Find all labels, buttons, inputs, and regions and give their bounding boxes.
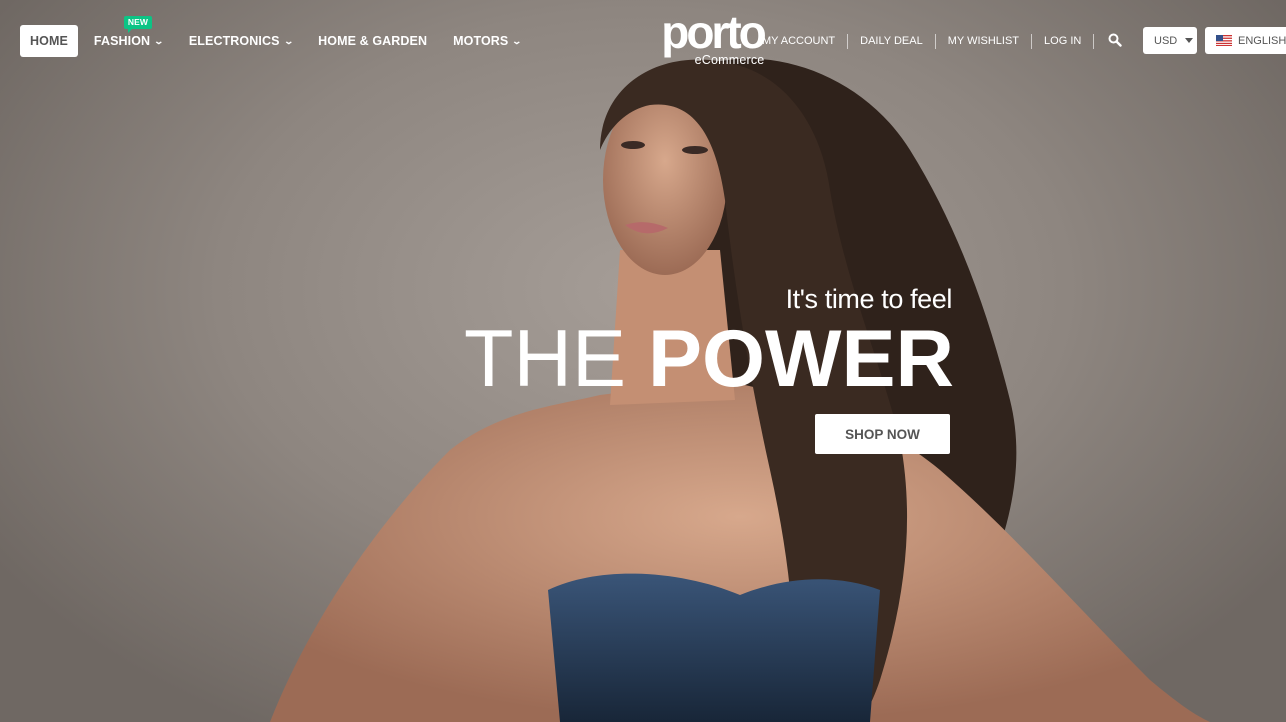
main-navigation: HOME NEW FASHION ⌄ ELECTRONICS ⌄ HOME & … [20,16,534,57]
nav-item-label: MOTORS [453,34,509,48]
logo-subtitle: eCommerce [694,53,765,67]
daily-deal-link[interactable]: DAILY DEAL [848,33,936,49]
shop-now-button[interactable]: SHOP NOW [815,414,950,454]
headline-bold: POWER [647,314,954,404]
nav-item-fashion[interactable]: NEW FASHION ⌄ [81,16,176,57]
site-logo[interactable]: porto eCommerce [655,6,770,67]
currency-select[interactable]: USD [1143,27,1197,54]
language-value: ENGLISH [1238,34,1286,47]
nav-item-label: HOME & GARDEN [318,34,428,48]
my-wishlist-link[interactable]: MY WISHLIST [936,33,1033,49]
caret-down-icon [1185,38,1194,43]
chevron-down-icon: ⌄ [511,35,523,46]
search-icon[interactable] [1108,33,1122,47]
account-links: MY ACCOUNT DAILY DEAL MY WISHLIST LOG IN [762,32,1095,50]
hero-tagline: It's time to feel [785,284,953,314]
hero-headline: THE POWER [440,316,954,402]
nav-item-motors[interactable]: MOTORS ⌄ [440,25,534,57]
chevron-down-icon: ⌄ [153,35,165,46]
nav-item-label: FASHION [93,34,151,48]
headline-light: THE [463,314,626,404]
my-account-link[interactable]: MY ACCOUNT [762,33,849,49]
new-badge: NEW [123,16,153,33]
nav-item-home-garden[interactable]: HOME & GARDEN [305,25,440,57]
currency-value: USD [1154,34,1178,47]
chevron-down-icon: ⌄ [282,35,294,46]
language-select[interactable]: ENGLISH [1205,27,1286,54]
us-flag-icon [1216,35,1232,46]
log-in-link[interactable]: LOG IN [1032,33,1095,49]
nav-item-electronics[interactable]: ELECTRONICS ⌄ [176,25,305,57]
nav-item-home[interactable]: HOME [20,25,78,57]
logo-wordmark: porto [661,6,767,58]
nav-item-label: HOME [30,34,68,48]
nav-item-label: ELECTRONICS [188,34,280,48]
